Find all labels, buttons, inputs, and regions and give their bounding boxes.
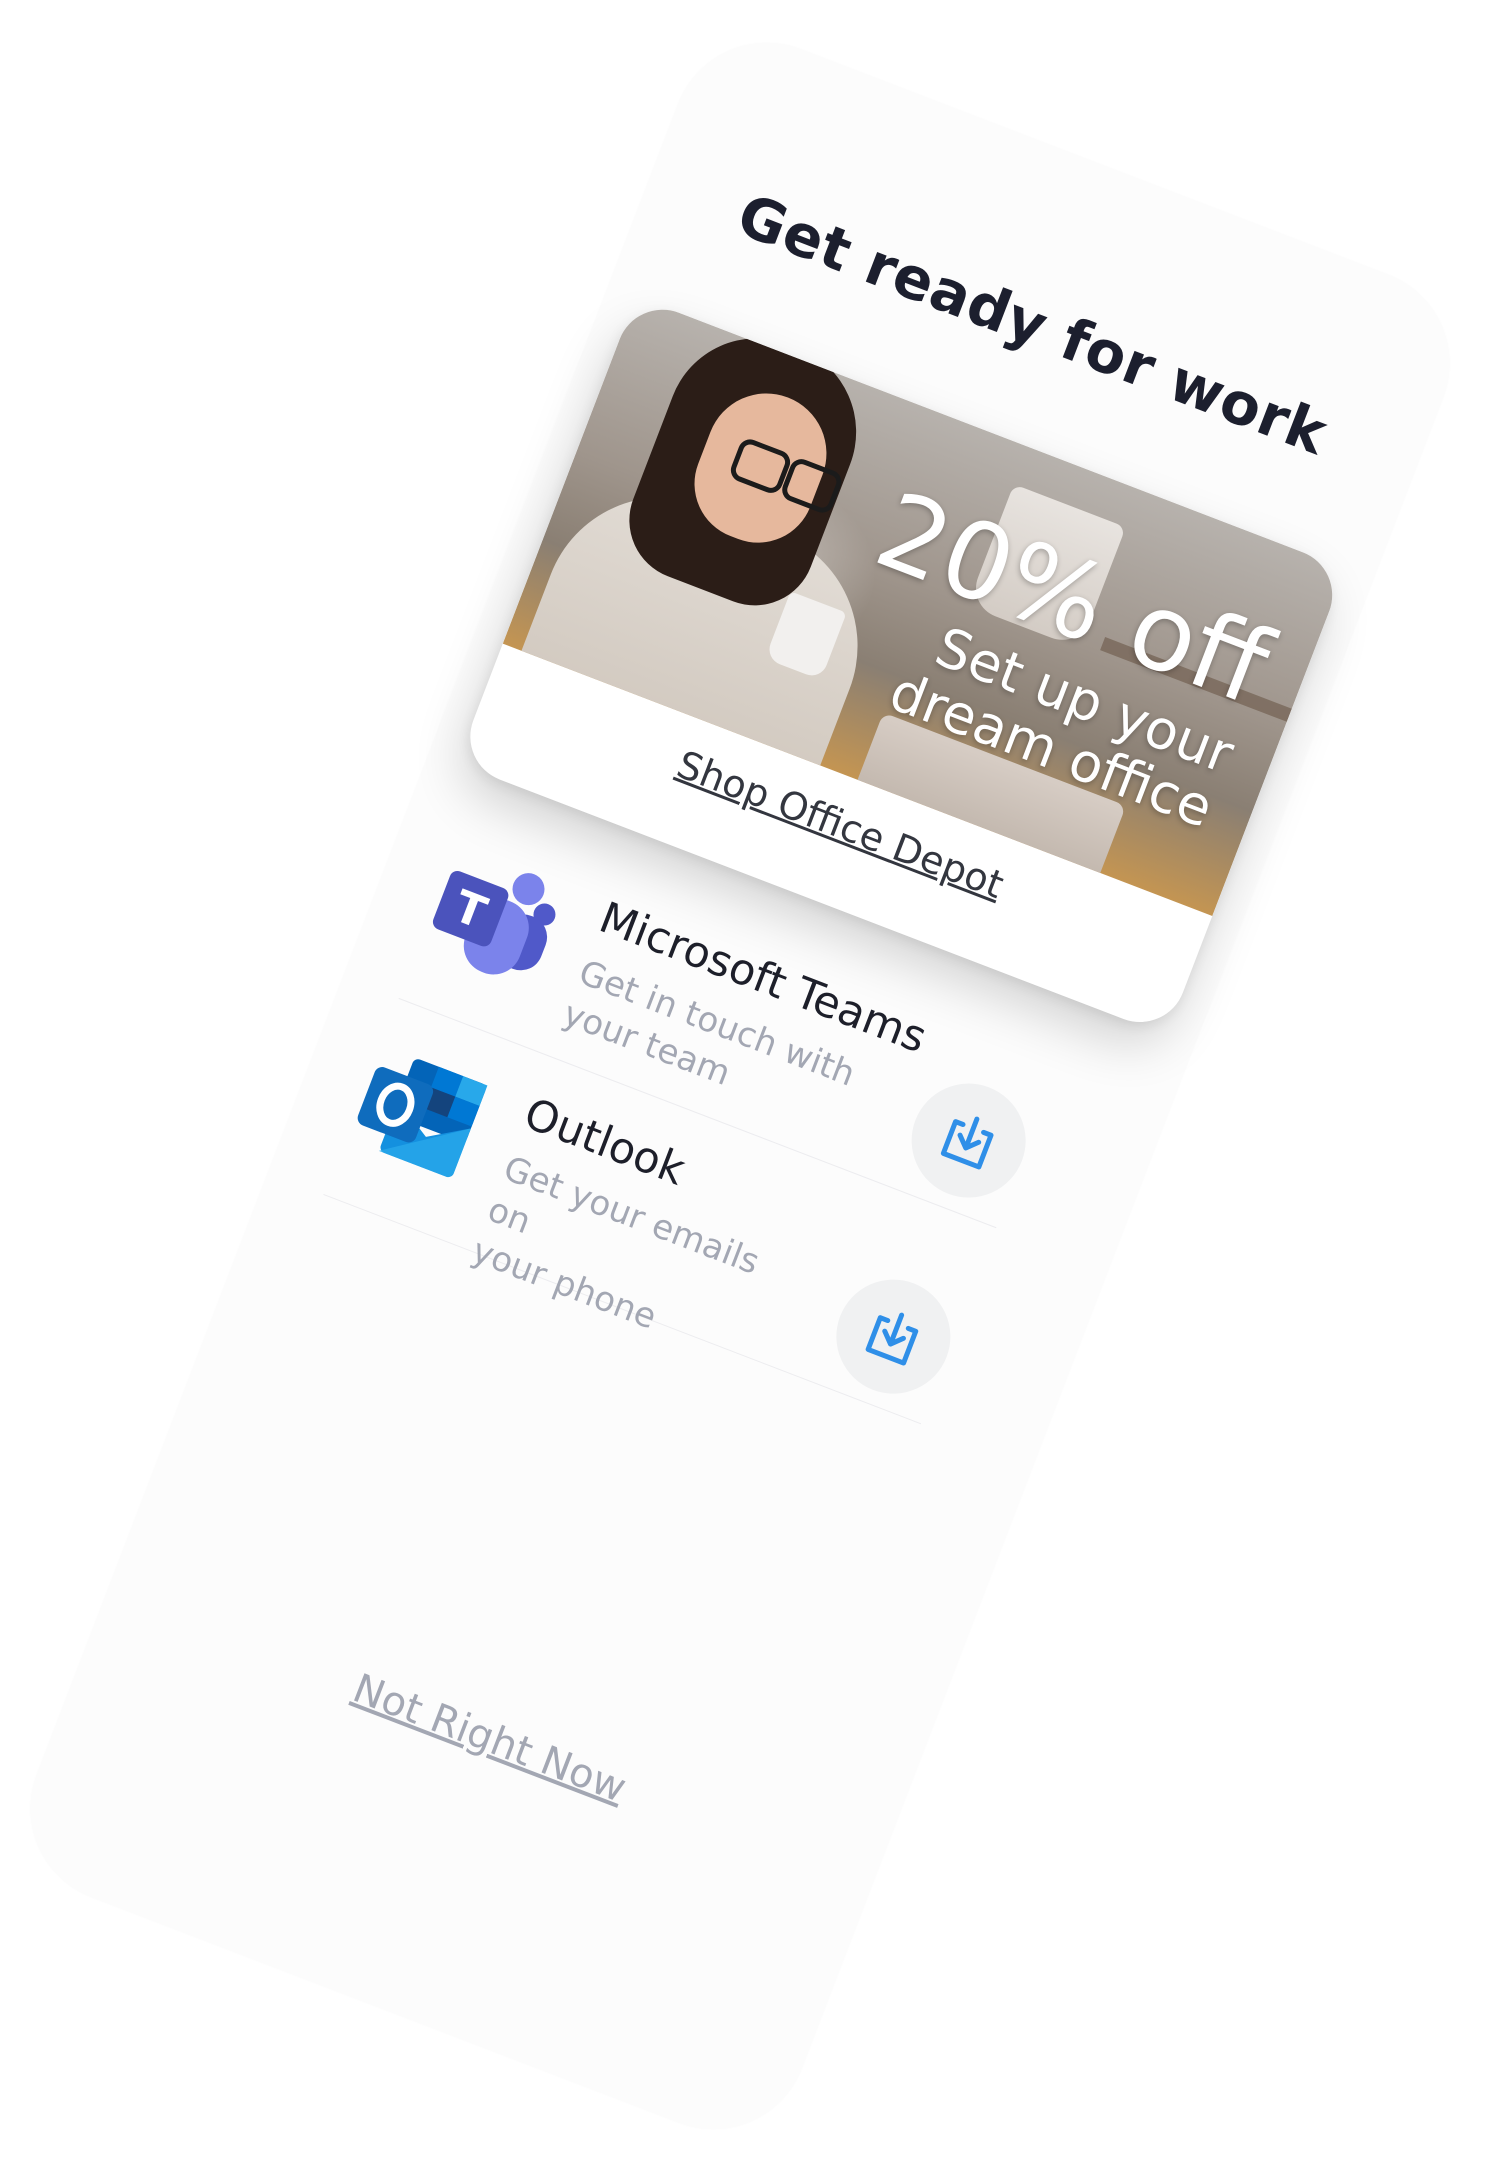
- onboarding-card: Get ready for work 20% off Set up your d…: [2, 14, 1478, 2158]
- app-desc-outlook: Get your emails on your phone: [466, 1147, 793, 1378]
- teams-logo-icon: T: [417, 839, 572, 994]
- outlook-logo-icon: [342, 1035, 497, 1190]
- download-outlook-button[interactable]: [819, 1262, 968, 1411]
- download-icon: [865, 1312, 919, 1366]
- not-right-now-link[interactable]: Not Right Now: [98, 1570, 880, 1907]
- download-icon: [940, 1116, 994, 1170]
- download-teams-button[interactable]: [894, 1066, 1043, 1215]
